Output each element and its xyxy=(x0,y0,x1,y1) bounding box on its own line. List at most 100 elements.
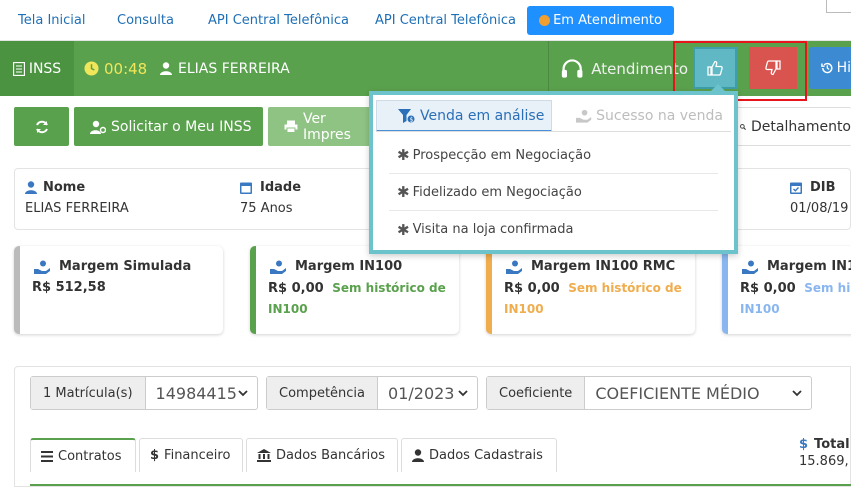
popup-item-label: Fidelizado em Negociação xyxy=(412,184,582,200)
matricula-group: 1 Matrícula(s) 14984415 xyxy=(30,376,258,410)
popup-item-label: Prospecção em Negociação xyxy=(412,147,592,163)
corner-box xyxy=(826,0,851,13)
info-idade: Idade 75 Anos xyxy=(240,180,301,216)
card-margem-simulada: Margem Simulada R$ 512,58 xyxy=(14,246,223,334)
thumbs-up-icon xyxy=(707,60,723,76)
card-margem-in100: Margem IN100 R$ 0,00 Sem histórico de IN… xyxy=(250,246,459,334)
info-dib: DIB 01/08/19 xyxy=(790,180,848,216)
tab-dados-cadastrais[interactable]: Dados Cadastrais xyxy=(401,438,557,472)
total-summary: $ Total 15.869, xyxy=(799,436,850,470)
popup-tab-venda-analise[interactable]: $ Venda em análise xyxy=(376,100,552,132)
popup-tab-sucesso-venda-label: Sucesso na venda xyxy=(596,108,723,124)
card-title: Margem IN100 xyxy=(295,259,403,274)
chevron-down-icon xyxy=(792,390,802,397)
headset-icon xyxy=(561,58,583,78)
competencia-value: 01/2023 xyxy=(388,383,455,403)
hand-money-icon xyxy=(270,260,286,274)
refresh-icon xyxy=(35,120,48,133)
tab-consulta[interactable]: Consulta xyxy=(117,13,174,28)
call-timer: 00:48 xyxy=(84,41,147,96)
tab-em-atendimento[interactable]: Em Atendimento xyxy=(527,6,674,35)
popup-item-visita[interactable]: ✱ Visita na loja confirmada xyxy=(389,211,718,248)
popup-divider xyxy=(376,131,731,132)
popup-item-prospeccao[interactable]: ✱ Prospecção em Negociação xyxy=(389,137,718,174)
tab-dados-bancarios-label: Dados Bancários xyxy=(276,448,386,463)
tab-dados-cadastrais-label: Dados Cadastrais xyxy=(429,448,543,463)
agent-user: ELIAS FERREIRA xyxy=(160,41,290,96)
card-amount: R$ 0,00 xyxy=(268,281,324,296)
solicitar-label: Solicitar o Meu INSS xyxy=(111,118,252,135)
tab-financeiro[interactable]: $ Financeiro xyxy=(139,438,243,472)
document-icon xyxy=(12,61,25,76)
tab-financeiro-label: Financeiro xyxy=(164,448,231,463)
detalhamento-label: Detalhamento xyxy=(751,118,851,135)
svg-text:$: $ xyxy=(410,116,414,123)
tab-api-central-1[interactable]: API Central Telefônica xyxy=(208,13,349,28)
money-funnel-icon: $ xyxy=(398,108,415,123)
matricula-value: 14984415 xyxy=(155,383,237,403)
coeficiente-group: Coeficiente COEFICIENTE MÉDIO xyxy=(486,376,812,410)
card-amount: R$ 512,58 xyxy=(32,280,106,295)
card-margem-in100-rmc: Margem IN100 RMC R$ 0,00 Sem histórico d… xyxy=(486,246,695,334)
popover-arrow xyxy=(710,84,726,92)
tab-dados-bancarios[interactable]: Dados Bancários xyxy=(246,438,398,472)
detalhamento-button[interactable]: Detalhamento xyxy=(729,107,851,146)
tab-contratos[interactable]: Contratos xyxy=(30,438,136,472)
tab-api-central-2[interactable]: API Central Telefônica xyxy=(375,13,516,28)
dollar-icon: $ xyxy=(150,448,160,463)
thumbs-up-button[interactable] xyxy=(693,47,737,89)
print-button[interactable]: Ver Impres xyxy=(268,107,378,146)
popup-tab-sucesso-venda[interactable]: Sucesso na venda xyxy=(563,100,723,132)
tab-contratos-label: Contratos xyxy=(58,448,122,464)
competencia-label: Competência xyxy=(267,377,379,409)
user-icon xyxy=(160,62,172,75)
user-icon xyxy=(25,181,37,194)
hand-money-icon xyxy=(742,260,758,274)
history-label: Hi xyxy=(836,60,851,76)
card-title: Margem Simulada xyxy=(59,259,192,274)
asterisk-icon: ✱ xyxy=(397,220,410,239)
nome-value: ELIAS FERREIRA xyxy=(25,201,129,216)
nome-label: Nome xyxy=(43,180,86,195)
info-nome: Nome ELIAS FERREIRA xyxy=(25,180,129,216)
thumbs-down-button[interactable] xyxy=(749,47,797,89)
dollar-icon: $ xyxy=(799,437,809,452)
calendar-icon xyxy=(240,182,252,194)
print-label: Ver Impres xyxy=(302,110,351,143)
status-dot-icon xyxy=(539,15,551,26)
coeficiente-select[interactable]: COEFICIENTE MÉDIO xyxy=(585,377,811,409)
tab-tela-inicial[interactable]: Tela Inicial xyxy=(18,13,85,28)
idade-label: Idade xyxy=(260,180,302,195)
hand-money-icon xyxy=(506,260,522,274)
chevron-down-icon xyxy=(238,390,248,397)
idade-value: 75 Anos xyxy=(240,201,293,216)
card-title: Margem IN100 RMC xyxy=(531,259,676,274)
timer-value: 00:48 xyxy=(104,59,148,78)
bank-icon xyxy=(257,449,271,462)
popup-tab-venda-analise-label: Venda em análise xyxy=(420,107,545,124)
dib-label: DIB xyxy=(810,180,836,195)
total-label: Total xyxy=(814,437,850,452)
card-title: Margem IN1 xyxy=(767,259,851,274)
hand-money-icon xyxy=(576,109,592,123)
dib-value: 01/08/19 xyxy=(790,201,849,216)
calendar-check-icon xyxy=(790,182,802,194)
popup-item-fidelizado[interactable]: ✱ Fidelizado em Negociação xyxy=(389,174,718,211)
history-icon xyxy=(821,62,833,74)
system-label: INSS xyxy=(0,41,74,96)
atendimento-section: Atendimento xyxy=(548,41,688,96)
refresh-button[interactable] xyxy=(14,107,69,146)
list-icon xyxy=(41,450,53,462)
coeficiente-value: COEFICIENTE MÉDIO xyxy=(595,383,760,403)
asterisk-icon: ✱ xyxy=(397,183,410,201)
clock-icon xyxy=(84,61,99,76)
solicitar-meu-inss-button[interactable]: Solicitar o Meu INSS xyxy=(74,107,263,146)
card-amount: R$ 0,00 xyxy=(740,281,796,296)
venda-popover: $ Venda em análise Sucesso na venda ✱ Pr… xyxy=(369,84,738,254)
history-button[interactable]: Hi xyxy=(809,47,851,89)
thumbs-down-icon xyxy=(765,60,781,76)
matricula-select[interactable]: 14984415 xyxy=(146,377,257,409)
card-amount: R$ 0,00 xyxy=(504,281,560,296)
competencia-select[interactable]: 01/2023 xyxy=(378,377,477,409)
matricula-label: 1 Matrícula(s) xyxy=(31,377,146,409)
